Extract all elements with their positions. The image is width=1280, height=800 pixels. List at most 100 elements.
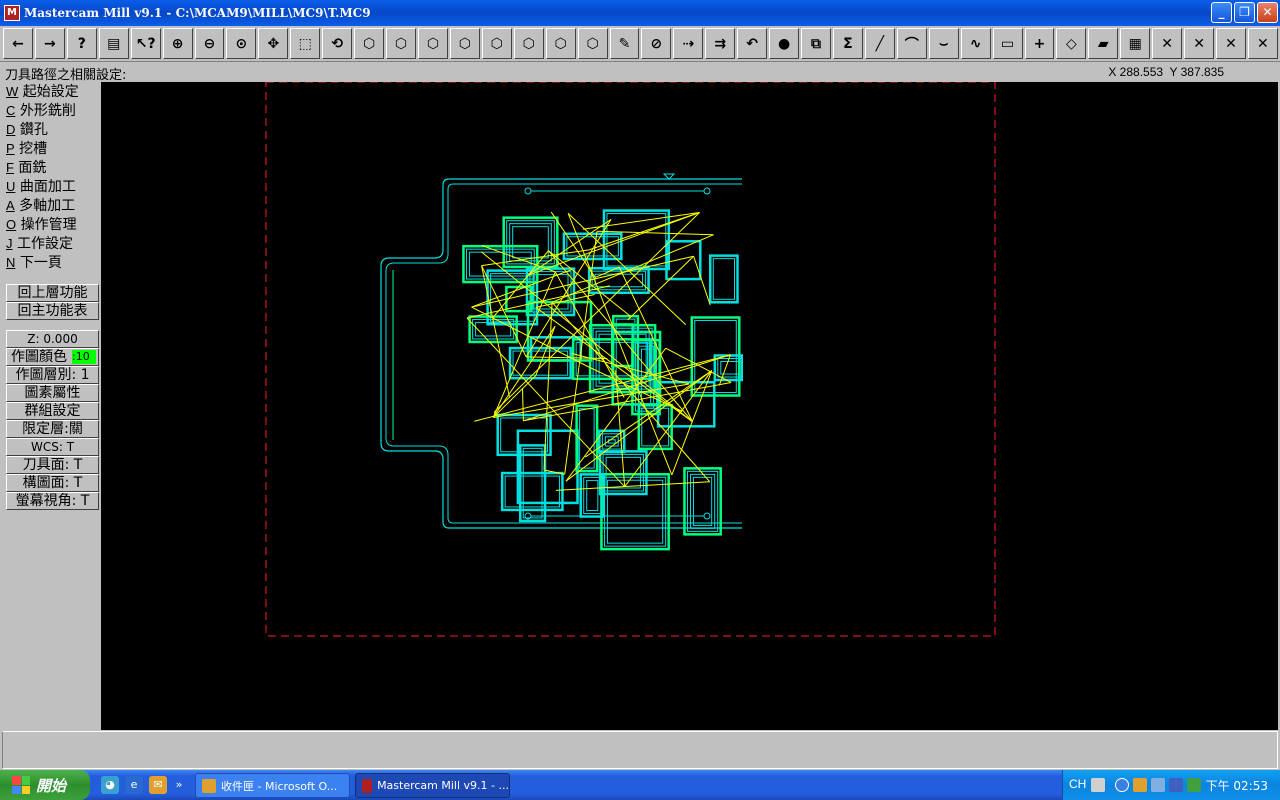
- view-iso-icon: ⬡: [458, 35, 471, 52]
- xform-button[interactable]: ⧉: [801, 28, 831, 59]
- spline-button[interactable]: ∿: [960, 28, 991, 59]
- menu-item-j[interactable]: J 工作設定: [2, 234, 101, 253]
- cplane-3d-icon: ⬡: [586, 35, 599, 52]
- level-button[interactable]: 作圖層別: 1: [6, 366, 99, 384]
- delete-button[interactable]: ⊘: [641, 28, 672, 59]
- close-button[interactable]: ✕: [1257, 2, 1278, 23]
- attributes-button[interactable]: 圖素屬性: [6, 384, 99, 402]
- menu-item-c[interactable]: C 外形銑削: [2, 101, 101, 120]
- back-arrow-button[interactable]: ←: [3, 28, 33, 59]
- restore-button[interactable]: ❐: [1234, 2, 1255, 23]
- menu-item-u[interactable]: U 曲面加工: [2, 177, 101, 196]
- trim-4-button[interactable]: ✕: [1247, 28, 1278, 59]
- cplane-button[interactable]: 構圖面: T: [6, 474, 99, 492]
- mask-button[interactable]: 限定層:關: [6, 420, 99, 438]
- menu-item-p[interactable]: P 挖槽: [2, 139, 101, 158]
- trim-1-button[interactable]: ✕: [1152, 28, 1183, 59]
- zoom-out-button[interactable]: ⊖: [194, 28, 225, 59]
- mastercam-app-icon[interactable]: M: [4, 5, 20, 21]
- zoom-select-button[interactable]: ⬚: [290, 28, 321, 59]
- menu-item-f[interactable]: F 面銑: [2, 158, 101, 177]
- menu-item-w[interactable]: W 起始設定: [2, 82, 101, 101]
- hole-top-right: [703, 187, 711, 195]
- toolpath-pocket: [512, 226, 549, 259]
- cplane-front-button[interactable]: ⬡: [513, 28, 544, 59]
- solid-button[interactable]: ▰: [1088, 28, 1119, 59]
- quicklaunch-more-icon[interactable]: »: [173, 776, 185, 794]
- menu-label: 面銑: [18, 160, 47, 176]
- trim-2-button[interactable]: ✕: [1184, 28, 1215, 59]
- keyboard-icon[interactable]: [1091, 778, 1105, 792]
- audio-icon[interactable]: [1169, 778, 1183, 792]
- undo-button[interactable]: ↶: [737, 28, 768, 59]
- language-indicator[interactable]: CH: [1069, 777, 1086, 791]
- trim-3-button[interactable]: ✕: [1216, 28, 1246, 59]
- rotate-view-button[interactable]: ⟲: [322, 28, 353, 59]
- wcs-button[interactable]: WCS: T: [6, 438, 99, 456]
- groups-button[interactable]: 群組設定: [6, 402, 99, 420]
- arc-button[interactable]: ⌒: [896, 28, 927, 59]
- point-button[interactable]: +: [1024, 28, 1055, 59]
- gview-button[interactable]: 螢幕視角: T: [6, 492, 99, 510]
- minimize-button[interactable]: _: [1211, 2, 1232, 23]
- task-outlook[interactable]: 收件匣 - Microsoft O...: [195, 773, 350, 798]
- shade-sphere-button[interactable]: ●: [769, 28, 800, 59]
- menu-item-d[interactable]: D 鑽孔: [2, 120, 101, 139]
- translate-button[interactable]: ⇢: [673, 28, 704, 59]
- pan-button[interactable]: ✥: [258, 28, 289, 59]
- zoom-window-button[interactable]: ⊕: [162, 28, 193, 59]
- rectangle-button[interactable]: ▭: [992, 28, 1023, 59]
- outlook-tray-icon[interactable]: [1133, 778, 1147, 792]
- graphics-viewport[interactable]: [101, 82, 1278, 730]
- cplane-3d-button[interactable]: ⬡: [577, 28, 608, 59]
- view-front-button[interactable]: ⬡: [386, 28, 416, 59]
- back-button[interactable]: 回上層功能: [6, 284, 99, 302]
- task-mastercam[interactable]: Mastercam Mill v9.1 - ...: [355, 773, 510, 798]
- network-icon[interactable]: [1151, 778, 1165, 792]
- hole-bottom-right: [703, 512, 711, 520]
- forward-arrow-button[interactable]: →: [34, 28, 65, 59]
- main-menu-button[interactable]: 回主功能表: [6, 302, 99, 320]
- safely-remove-icon[interactable]: [1187, 778, 1201, 792]
- point-icon: +: [1033, 35, 1046, 52]
- start-button[interactable]: 開始: [0, 770, 90, 800]
- fillet-button[interactable]: ⌣: [928, 28, 959, 59]
- z-depth-button[interactable]: Z: 0.000: [6, 330, 99, 348]
- zoom-fit-button[interactable]: ⊙: [226, 28, 257, 59]
- sum-button[interactable]: Σ: [832, 28, 863, 59]
- cplane-side-button[interactable]: ⬡: [545, 28, 576, 59]
- screen-clear-button[interactable]: ✎: [609, 28, 640, 59]
- tplane-button[interactable]: 刀具面: T: [6, 456, 99, 474]
- calculator-button[interactable]: ▤: [98, 28, 129, 59]
- drawing-canvas[interactable]: [101, 82, 1278, 730]
- cplane-front-icon: ⬡: [522, 35, 535, 52]
- hole-top-left: [524, 187, 532, 195]
- quicklaunch-outlook-icon[interactable]: ✉: [149, 776, 167, 794]
- rapid-move-line: [526, 356, 608, 359]
- zoom-select-icon: ⬚: [298, 35, 312, 52]
- color-change-button[interactable]: ⇉: [705, 28, 736, 59]
- view-iso-button[interactable]: ⬡: [449, 28, 480, 59]
- color-label: 作圖顏色: [11, 349, 67, 365]
- quicklaunch-ie-icon[interactable]: e: [125, 776, 143, 794]
- view-top-button[interactable]: ⬡: [354, 28, 385, 59]
- operations-icon: ▦: [1128, 35, 1142, 52]
- menu-item-a[interactable]: A 多軸加工: [2, 196, 101, 215]
- operations-button[interactable]: ▦: [1120, 28, 1151, 59]
- menu-item-n[interactable]: N 下一頁: [2, 253, 101, 272]
- analyze-button[interactable]: ↖?: [130, 28, 161, 59]
- quicklaunch-messenger-icon[interactable]: ◕: [101, 776, 119, 794]
- trim-4-icon: ✕: [1257, 35, 1269, 52]
- arc-icon: ⌒: [904, 36, 919, 53]
- menu-item-o[interactable]: O 操作管理: [2, 215, 101, 234]
- help-button[interactable]: ?: [66, 28, 97, 59]
- color-button[interactable]: 作圖顏色:10: [6, 348, 99, 366]
- line-button[interactable]: ╱: [864, 28, 895, 59]
- surface-button[interactable]: ◇: [1056, 28, 1087, 59]
- title-bar[interactable]: M Mastercam Mill v9.1 - C:\MCAM9\MILL\MC…: [0, 0, 1280, 26]
- trim-2-icon: ✕: [1193, 35, 1205, 52]
- view-side-button[interactable]: ⬡: [417, 28, 448, 59]
- rapid-move-line: [555, 481, 710, 491]
- tray-expand-icon[interactable]: [1115, 778, 1129, 792]
- cplane-top-button[interactable]: ⬡: [481, 28, 512, 59]
